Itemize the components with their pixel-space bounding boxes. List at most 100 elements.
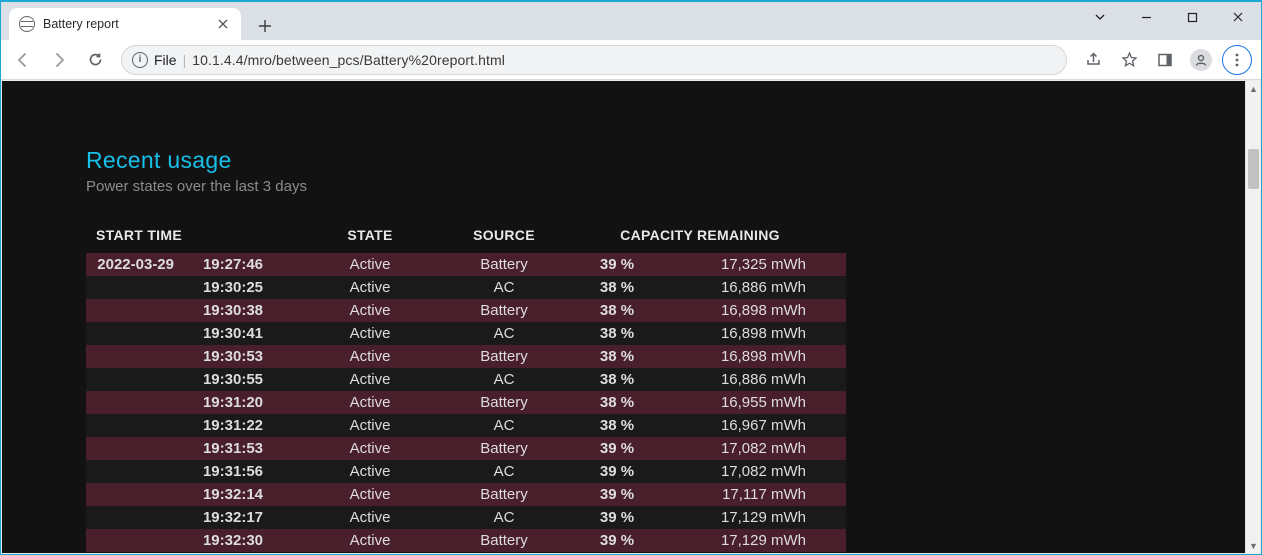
forward-button[interactable] [43, 44, 75, 76]
cell-pct: 39 % [554, 529, 680, 552]
back-button[interactable] [7, 44, 39, 76]
close-button[interactable] [1215, 2, 1261, 32]
battery-report-page: Recent usage Power states over the last … [2, 81, 1245, 553]
cell-state: Active [286, 460, 454, 483]
titlebar: Battery report [1, 2, 1261, 40]
cell-state: Active [286, 345, 454, 368]
cell-time: 19:31:22 [180, 414, 286, 437]
cell-time: 19:31:56 [180, 460, 286, 483]
cell-source: Battery [454, 391, 554, 414]
cell-state: Active [286, 529, 454, 552]
cell-time: 19:31:20 [180, 391, 286, 414]
cell-state: Active [286, 391, 454, 414]
cell-pct: 39 % [554, 437, 680, 460]
col-state: STATE [286, 221, 454, 253]
maximize-button[interactable] [1169, 2, 1215, 32]
table-row: 19:31:22ActiveAC38 %16,967 mWh [86, 414, 846, 437]
cell-source: Battery [454, 253, 554, 276]
cell-pct: 39 % [554, 253, 680, 276]
cell-mwh: 16,886 mWh [680, 276, 846, 299]
bookmark-star-icon[interactable] [1113, 44, 1145, 76]
cell-state: Active [286, 253, 454, 276]
share-icon[interactable] [1077, 44, 1109, 76]
table-row: 19:32:17ActiveAC39 %17,129 mWh [86, 506, 846, 529]
table-row: 19:30:41ActiveAC38 %16,898 mWh [86, 322, 846, 345]
section-subheading: Power states over the last 3 days [86, 178, 1245, 195]
cell-date [86, 414, 180, 437]
cell-time: 19:32:17 [180, 506, 286, 529]
cell-mwh: 16,898 mWh [680, 299, 846, 322]
reload-button[interactable] [79, 44, 111, 76]
tab-close-button[interactable] [215, 16, 231, 32]
cell-mwh: 17,082 mWh [680, 437, 846, 460]
table-row: 19:32:14ActiveBattery39 %17,117 mWh [86, 483, 846, 506]
cell-source: Battery [454, 437, 554, 460]
cell-state: Active [286, 276, 454, 299]
cell-time: 19:30:25 [180, 276, 286, 299]
usage-table: START TIME STATE SOURCE CAPACITY REMAINI… [86, 221, 846, 552]
scroll-up-button[interactable]: ▲ [1246, 81, 1261, 96]
table-row: 19:30:38ActiveBattery38 %16,898 mWh [86, 299, 846, 322]
cell-pct: 39 % [554, 506, 680, 529]
cell-date [86, 529, 180, 552]
cell-mwh: 16,955 mWh [680, 391, 846, 414]
cell-state: Active [286, 437, 454, 460]
cell-date [86, 299, 180, 322]
cell-pct: 38 % [554, 299, 680, 322]
cell-time: 19:32:30 [180, 529, 286, 552]
cell-state: Active [286, 322, 454, 345]
scroll-down-button[interactable]: ▼ [1246, 538, 1261, 553]
cell-time: 19:32:14 [180, 483, 286, 506]
cell-source: AC [454, 414, 554, 437]
cell-mwh: 17,082 mWh [680, 460, 846, 483]
cell-time: 19:30:41 [180, 322, 286, 345]
cell-date [86, 322, 180, 345]
url-separator: | [183, 52, 187, 68]
cell-date [86, 460, 180, 483]
cell-time: 19:27:46 [180, 253, 286, 276]
cell-date: 2022-03-29 [86, 253, 180, 276]
cell-time: 19:31:53 [180, 437, 286, 460]
minimize-button[interactable] [1123, 2, 1169, 32]
cell-pct: 38 % [554, 368, 680, 391]
browser-tab[interactable]: Battery report [9, 8, 241, 40]
scroll-thumb[interactable] [1248, 149, 1259, 189]
cell-mwh: 17,117 mWh [680, 483, 846, 506]
browser-toolbar: i File | 10.1.4.4/mro/between_pcs/Batter… [1, 40, 1261, 80]
new-tab-button[interactable] [251, 12, 279, 40]
cell-source: AC [454, 368, 554, 391]
globe-icon [19, 16, 35, 32]
address-bar[interactable]: i File | 10.1.4.4/mro/between_pcs/Batter… [121, 45, 1067, 75]
cell-state: Active [286, 299, 454, 322]
profile-avatar[interactable] [1185, 44, 1217, 76]
site-info-icon[interactable]: i [132, 52, 148, 68]
cell-time: 19:30:53 [180, 345, 286, 368]
cell-source: Battery [454, 483, 554, 506]
table-row: 2022-03-2919:27:46ActiveBattery39 %17,32… [86, 253, 846, 276]
cell-pct: 39 % [554, 483, 680, 506]
cell-source: Battery [454, 299, 554, 322]
cell-mwh: 16,886 mWh [680, 368, 846, 391]
cell-source: AC [454, 276, 554, 299]
cell-time: 19:30:38 [180, 299, 286, 322]
cell-pct: 38 % [554, 391, 680, 414]
tab-title: Battery report [43, 17, 207, 31]
window-controls [1077, 2, 1261, 32]
cell-date [86, 506, 180, 529]
cell-pct: 38 % [554, 322, 680, 345]
table-row: 19:31:56ActiveAC39 %17,082 mWh [86, 460, 846, 483]
vertical-scrollbar[interactable]: ▲ ▼ [1245, 81, 1260, 553]
section-heading: Recent usage [86, 147, 1245, 174]
side-panel-icon[interactable] [1149, 44, 1181, 76]
cell-pct: 39 % [554, 460, 680, 483]
cell-state: Active [286, 414, 454, 437]
cell-date [86, 391, 180, 414]
cell-mwh: 16,898 mWh [680, 345, 846, 368]
cell-date [86, 437, 180, 460]
cell-date [86, 483, 180, 506]
cell-source: AC [454, 322, 554, 345]
tab-search-button[interactable] [1077, 2, 1123, 32]
chrome-menu-button[interactable] [1221, 44, 1253, 76]
col-start-time: START TIME [86, 221, 286, 253]
tabstrip: Battery report [1, 2, 279, 40]
